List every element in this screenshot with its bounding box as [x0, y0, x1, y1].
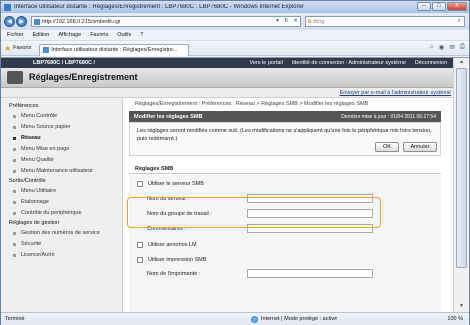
logout-link[interactable]: Déconnexion [415, 60, 447, 66]
back-icon[interactable]: ◀ [4, 16, 15, 27]
smb-settings-box: Utiliser le serveur SMB Nom du serveur :… [129, 175, 441, 312]
ie-icon [4, 3, 11, 11]
use-smb-print-label: Utiliser impression SMB [148, 257, 207, 263]
settings-logo-icon [7, 71, 23, 84]
window-title: Interface utilisateur distante : Réglage… [14, 4, 304, 10]
smb-print-highlight [127, 197, 381, 228]
forward-icon[interactable]: ▶ [16, 16, 27, 27]
search-box[interactable]: b Bing ⌕ [305, 16, 465, 27]
sidebar-item-reseau[interactable]: Réseau [1, 133, 122, 144]
favorites-label: Favoris [13, 45, 32, 51]
tab-title: Interface utilisateur distante : Réglage… [51, 47, 178, 53]
menu-file[interactable]: Fichier [7, 32, 24, 38]
refresh-icon[interactable]: ↻ [282, 17, 291, 26]
sidebar-section-sortie: Sortie/Contrôle [9, 178, 46, 184]
star-icon: ★ [4, 43, 12, 53]
menu-view[interactable]: Affichage [58, 32, 81, 38]
tab-page-icon [43, 47, 50, 53]
sidebar: Préférences Menu Contrôle Menu Source pa… [1, 98, 123, 312]
url-text[interactable]: http://192.168.0.215/smbedit.cgi [42, 19, 273, 25]
login-id: Identité de connexion : Administrateur s… [291, 60, 406, 66]
status-bar: Terminé Internet | Mode protégé : activé… [1, 312, 469, 325]
email-admin-link[interactable]: Envoyer par e-mail à l'administrateur sy… [340, 90, 451, 96]
globe-icon [251, 315, 258, 323]
sidebar-section-preferences: Préférences [9, 103, 39, 109]
panel-header: Modifier les réglages SMB Dernière mise … [129, 111, 441, 122]
use-smb-print-checkbox[interactable] [137, 257, 143, 263]
use-lm-label: Utiliser annonce LM [148, 242, 197, 248]
maximize-button[interactable]: □ [432, 2, 446, 11]
breadcrumb: Réglages/Enregistrement : Préférences : … [135, 101, 369, 107]
search-placeholder[interactable]: Bing [313, 19, 454, 25]
printer-name-input[interactable] [247, 269, 373, 278]
sidebar-section-gestion: Réglages de gestion [9, 220, 60, 226]
use-lm-checkbox[interactable] [137, 242, 143, 248]
smb-section-title: Réglages SMB [129, 164, 441, 174]
title-bar: Interface utilisateur distante : Réglage… [1, 1, 469, 13]
page-title: Réglages/Enregistrement [29, 72, 138, 82]
favorites-bar: ★ Favoris Interface utilisateur distante… [1, 41, 469, 56]
stop-icon[interactable]: ✕ [291, 17, 300, 26]
menu-edit[interactable]: Edition [33, 32, 50, 38]
use-smb-server-checkbox[interactable] [137, 181, 143, 187]
close-button[interactable]: X [447, 2, 467, 11]
portal-link[interactable]: Vers le portail [250, 60, 283, 66]
sidebar-item-qualite[interactable]: Menu Qualité [1, 155, 122, 166]
sidebar-item-menu-controle[interactable]: Menu Contrôle [1, 111, 122, 122]
menu-tools[interactable]: Outils [117, 32, 131, 38]
ok-button[interactable]: OK [375, 142, 399, 152]
print-icon[interactable]: ⎙ [460, 43, 465, 51]
zone-text: Internet | Mode protégé : activé [261, 316, 338, 322]
sidebar-item-maintenance[interactable]: Menu Maintenance utilisateur [1, 166, 122, 177]
sidebar-item-licence[interactable]: Licence/Autre [1, 250, 122, 261]
scroll-thumb[interactable] [456, 68, 467, 268]
sidebar-item-controle-peripherique[interactable]: Contrôle du périphérique [1, 208, 122, 219]
vertical-scrollbar[interactable]: ▲ ▼ [453, 58, 469, 312]
favorites-button[interactable]: ★ Favoris [4, 44, 31, 53]
panel-title: Modifier les réglages SMB [134, 113, 203, 120]
last-update: Dernière mise à jour : 01/04 2011 06:27:… [341, 113, 436, 120]
search-icon[interactable]: ⌕ [454, 18, 464, 25]
sidebar-item-numeros-service[interactable]: Gestion des numéros de service [1, 228, 122, 239]
sidebar-item-etalonnage[interactable]: Etalonnage [1, 197, 122, 208]
browser-window: Interface utilisateur distante : Réglage… [0, 0, 470, 325]
address-bar[interactable]: http://192.168.0.215/smbedit.cgi ▾ ↻ ✕ [31, 16, 301, 27]
page-content: LBP7680C / LBP7680C / Vers le portail Id… [1, 57, 469, 312]
sidebar-item-mise-en-page[interactable]: Menu Mise en page [1, 144, 122, 155]
zone-indicator: Internet | Mode protégé : activé [251, 315, 338, 323]
menu-help[interactable]: ? [140, 32, 143, 38]
sidebar-item-source-papier[interactable]: Menu Source papier [1, 122, 122, 133]
browser-tab[interactable]: Interface utilisateur distante : Réglage… [39, 43, 190, 56]
sidebar-item-securite[interactable]: Sécurité [1, 239, 122, 250]
feeds-icon[interactable]: ◉ [439, 43, 445, 51]
status-text: Terminé [5, 316, 25, 322]
sidebar-item-utilitaire[interactable]: Menu Utilitaire [1, 186, 122, 197]
scroll-up-icon[interactable]: ▲ [456, 59, 467, 67]
menu-favorites[interactable]: Favoris [90, 32, 108, 38]
use-smb-server-label: Utiliser le serveur SMB [148, 181, 204, 187]
mail-icon[interactable]: ✉ [449, 43, 454, 51]
scroll-down-icon[interactable]: ▼ [456, 303, 467, 311]
top-bar: LBP7680C / LBP7680C / Vers le portail Id… [1, 58, 453, 68]
printer-name-label: Nom de l'imprimante : [147, 271, 201, 277]
bing-icon: b [308, 18, 312, 25]
sub-header: Envoyer par e-mail à l'administrateur sy… [1, 88, 453, 98]
home-icon[interactable]: ⌂ [430, 43, 434, 51]
address-row: ◀ ▶ http://192.168.0.215/smbedit.cgi ▾ ↻… [1, 13, 469, 30]
cancel-button[interactable]: Annuler [403, 142, 437, 152]
minimize-button[interactable]: – [417, 2, 431, 11]
page-icon [34, 18, 40, 25]
page-header: Réglages/Enregistrement [1, 68, 453, 88]
compat-icon[interactable]: ▾ [273, 17, 282, 26]
model-name: LBP7680C / LBP7680C / [33, 60, 96, 66]
zoom-level[interactable]: 100 % [447, 316, 463, 322]
menu-bar: Fichier Edition Affichage Favoris Outils… [1, 30, 469, 41]
